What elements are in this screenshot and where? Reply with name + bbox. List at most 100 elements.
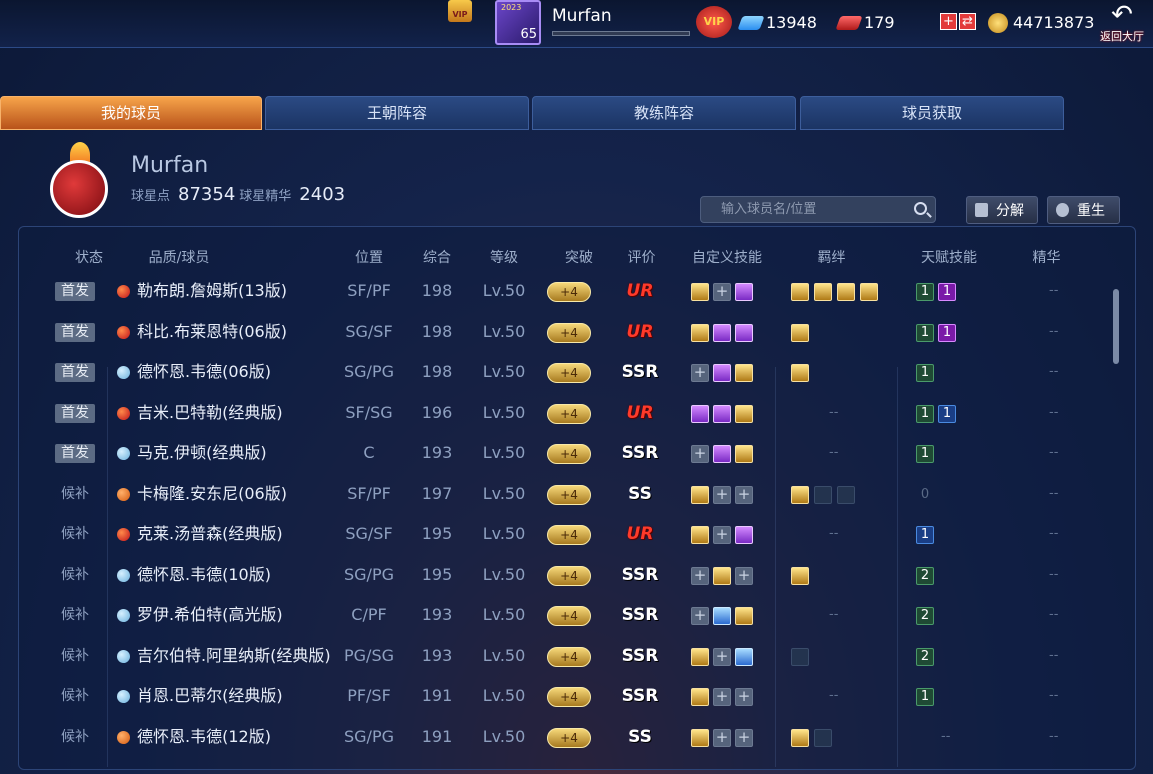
breakthrough-badge[interactable]: +4 [547, 444, 591, 464]
player-name[interactable]: 肖恩.巴蒂尔(经典版) [137, 676, 283, 716]
player-name[interactable]: 勒布朗.詹姆斯(13版) [137, 271, 287, 311]
custom-skill-blue-icon[interactable] [735, 647, 753, 666]
custom-skill-gold-icon[interactable] [735, 607, 753, 625]
breakthrough-badge[interactable]: +4 [547, 687, 591, 707]
custom-skill-empty-icon[interactable]: + [735, 566, 753, 585]
tab-player-acquire[interactable]: 球员获取 [800, 96, 1064, 130]
custom-skill-empty-icon[interactable]: + [713, 688, 731, 706]
bond-gold-icon[interactable] [860, 283, 878, 301]
custom-skill-purple-icon[interactable] [713, 323, 731, 342]
custom-skill-purple-icon[interactable] [713, 364, 731, 382]
bond-dim-icon[interactable] [837, 485, 855, 504]
custom-skill-purple-icon[interactable] [713, 445, 731, 463]
custom-skill-empty-icon[interactable]: + [735, 485, 753, 504]
breakthrough-badge[interactable]: +4 [547, 727, 591, 748]
player-name[interactable]: 德怀恩.韦德(10版) [137, 555, 271, 595]
custom-skill-gold-icon[interactable] [691, 283, 709, 301]
bond-dim-icon[interactable] [814, 728, 832, 747]
search-input[interactable] [701, 197, 891, 222]
starter-badge[interactable]: 首发 [55, 322, 95, 342]
bond-gold-icon[interactable] [814, 283, 832, 301]
bench-label[interactable]: 候补 [55, 728, 95, 747]
crown-icon[interactable]: VIP [448, 0, 472, 22]
breakthrough-badge[interactable]: +4 [547, 322, 591, 343]
breakthrough-badge[interactable]: +4 [547, 525, 591, 545]
custom-skill-gold-icon[interactable] [735, 445, 753, 463]
custom-skill-gold-icon[interactable] [691, 688, 709, 706]
player-name[interactable]: 罗伊.希伯特(高光版) [137, 595, 283, 635]
table-row[interactable]: 候补 罗伊.希伯特(高光版) C/PF 193 Lv.50 +4 SSR + -- 2 -- [19, 595, 1111, 636]
custom-skill-empty-icon[interactable]: + [691, 445, 709, 463]
table-row[interactable]: 候补 德怀恩.韦德(10版) SG/PG 195 Lv.50 +4 SSR + +2 -- [19, 555, 1111, 596]
bond-gold-icon[interactable] [791, 283, 809, 301]
table-row[interactable]: 首发 科比.布莱恩特(06版) SG/SF 198 Lv.50 +4 UR 1 1 -- [19, 312, 1111, 353]
exchange-icon[interactable]: ⇄ [959, 13, 976, 30]
talent-level[interactable]: 2 [916, 566, 934, 585]
breakthrough-badge[interactable]: +4 [547, 646, 591, 667]
player-name[interactable]: 德怀恩.韦德(12版) [137, 717, 271, 757]
talent-level[interactable]: 2 [916, 607, 934, 625]
custom-skill-empty-icon[interactable]: + [713, 485, 731, 504]
starter-badge[interactable]: 首发 [55, 282, 95, 301]
bench-label[interactable]: 候补 [55, 566, 95, 585]
bench-label[interactable]: 候补 [55, 687, 95, 706]
custom-skill-gold-icon[interactable] [691, 485, 709, 504]
bond-gold-icon[interactable] [791, 364, 809, 382]
bench-label[interactable]: 候补 [55, 647, 95, 666]
custom-skill-gold-icon[interactable] [691, 526, 709, 544]
custom-skill-empty-icon[interactable]: + [713, 526, 731, 544]
bond-gold-icon[interactable] [791, 566, 809, 585]
player-name[interactable]: 克莱.汤普森(经典版) [137, 514, 283, 554]
talent-level[interactable]: 1 [938, 323, 956, 342]
custom-skill-blue-icon[interactable] [713, 607, 731, 625]
breakthrough-badge[interactable]: +4 [547, 363, 591, 383]
player-name[interactable]: 科比.布莱恩特(06版) [137, 312, 287, 352]
bond-dim-icon[interactable] [791, 647, 809, 666]
plus-icon[interactable]: + [940, 13, 957, 30]
back-to-lobby-button[interactable]: ↶ 返回大厅 [1094, 2, 1150, 46]
starter-badge[interactable]: 首发 [55, 444, 95, 463]
breakthrough-badge[interactable]: +4 [547, 606, 591, 626]
custom-skill-gold-icon[interactable] [691, 647, 709, 666]
custom-skill-purple-icon[interactable] [735, 526, 753, 544]
breakthrough-badge[interactable]: +4 [547, 565, 591, 586]
player-name[interactable]: 卡梅隆.安东尼(06版) [137, 474, 287, 514]
custom-skill-gold-icon[interactable] [713, 566, 731, 585]
breakthrough-badge[interactable]: +4 [547, 282, 591, 302]
bond-dim-icon[interactable] [814, 485, 832, 504]
custom-skill-purple-icon[interactable] [735, 323, 753, 342]
starter-badge[interactable]: 首发 [55, 363, 95, 382]
custom-skill-empty-icon[interactable]: + [713, 728, 731, 747]
custom-skill-gold-icon[interactable] [735, 404, 753, 423]
talent-level[interactable]: 1 [916, 404, 934, 423]
diamond-counter[interactable]: 13948 [737, 13, 817, 32]
talent-level[interactable]: 1 [938, 283, 956, 301]
custom-skill-empty-icon[interactable]: + [735, 688, 753, 706]
table-row[interactable]: 首发 吉米.巴特勒(经典版) SF/SG 196 Lv.50 +4 UR -- 1 1 -- [19, 393, 1111, 434]
custom-skill-empty-icon[interactable]: + [691, 364, 709, 382]
avatar[interactable]: 2023 65 [495, 0, 541, 45]
talent-level[interactable]: 0 [916, 486, 934, 504]
tab-dynasty-lineup[interactable]: 王朝阵容 [265, 96, 529, 130]
table-row[interactable]: 候补 卡梅隆.安东尼(06版) SF/PF 197 Lv.50 +4 SS + +0 -- [19, 474, 1111, 515]
custom-skill-purple-icon[interactable] [713, 404, 731, 423]
talent-level[interactable]: 1 [916, 323, 934, 342]
custom-skill-empty-icon[interactable]: + [735, 728, 753, 747]
bond-gold-icon[interactable] [837, 283, 855, 301]
talent-level[interactable]: 2 [916, 647, 934, 666]
table-row[interactable]: 首发 勒布朗.詹姆斯(13版) SF/PF 198 Lv.50 +4 UR +1 1 -- [19, 271, 1111, 312]
talent-level[interactable]: 1 [916, 688, 934, 706]
player-name[interactable]: 马克.伊顿(经典版) [137, 433, 267, 473]
custom-skill-empty-icon[interactable]: + [713, 647, 731, 666]
search-icon[interactable] [914, 202, 927, 215]
rebirth-button[interactable]: 重生 [1047, 196, 1120, 224]
table-row[interactable]: 候补 吉尔伯特.阿里纳斯(经典版) PG/SG 193 Lv.50 +4 SSR +2 -- [19, 636, 1111, 677]
table-row[interactable]: 首发 马克.伊顿(经典版) C 193 Lv.50 +4 SSR + -- 1 -- [19, 433, 1111, 474]
player-name[interactable]: 吉尔伯特.阿里纳斯(经典版) [137, 636, 331, 676]
talent-level[interactable]: 1 [916, 283, 934, 301]
table-row[interactable]: 候补 克莱.汤普森(经典版) SG/SF 195 Lv.50 +4 UR + -- 1 -- [19, 514, 1111, 555]
custom-skill-gold-icon[interactable] [735, 364, 753, 382]
bench-label[interactable]: 候补 [55, 485, 95, 504]
bench-label[interactable]: 候补 [55, 525, 95, 544]
talent-level[interactable]: 1 [916, 445, 934, 463]
